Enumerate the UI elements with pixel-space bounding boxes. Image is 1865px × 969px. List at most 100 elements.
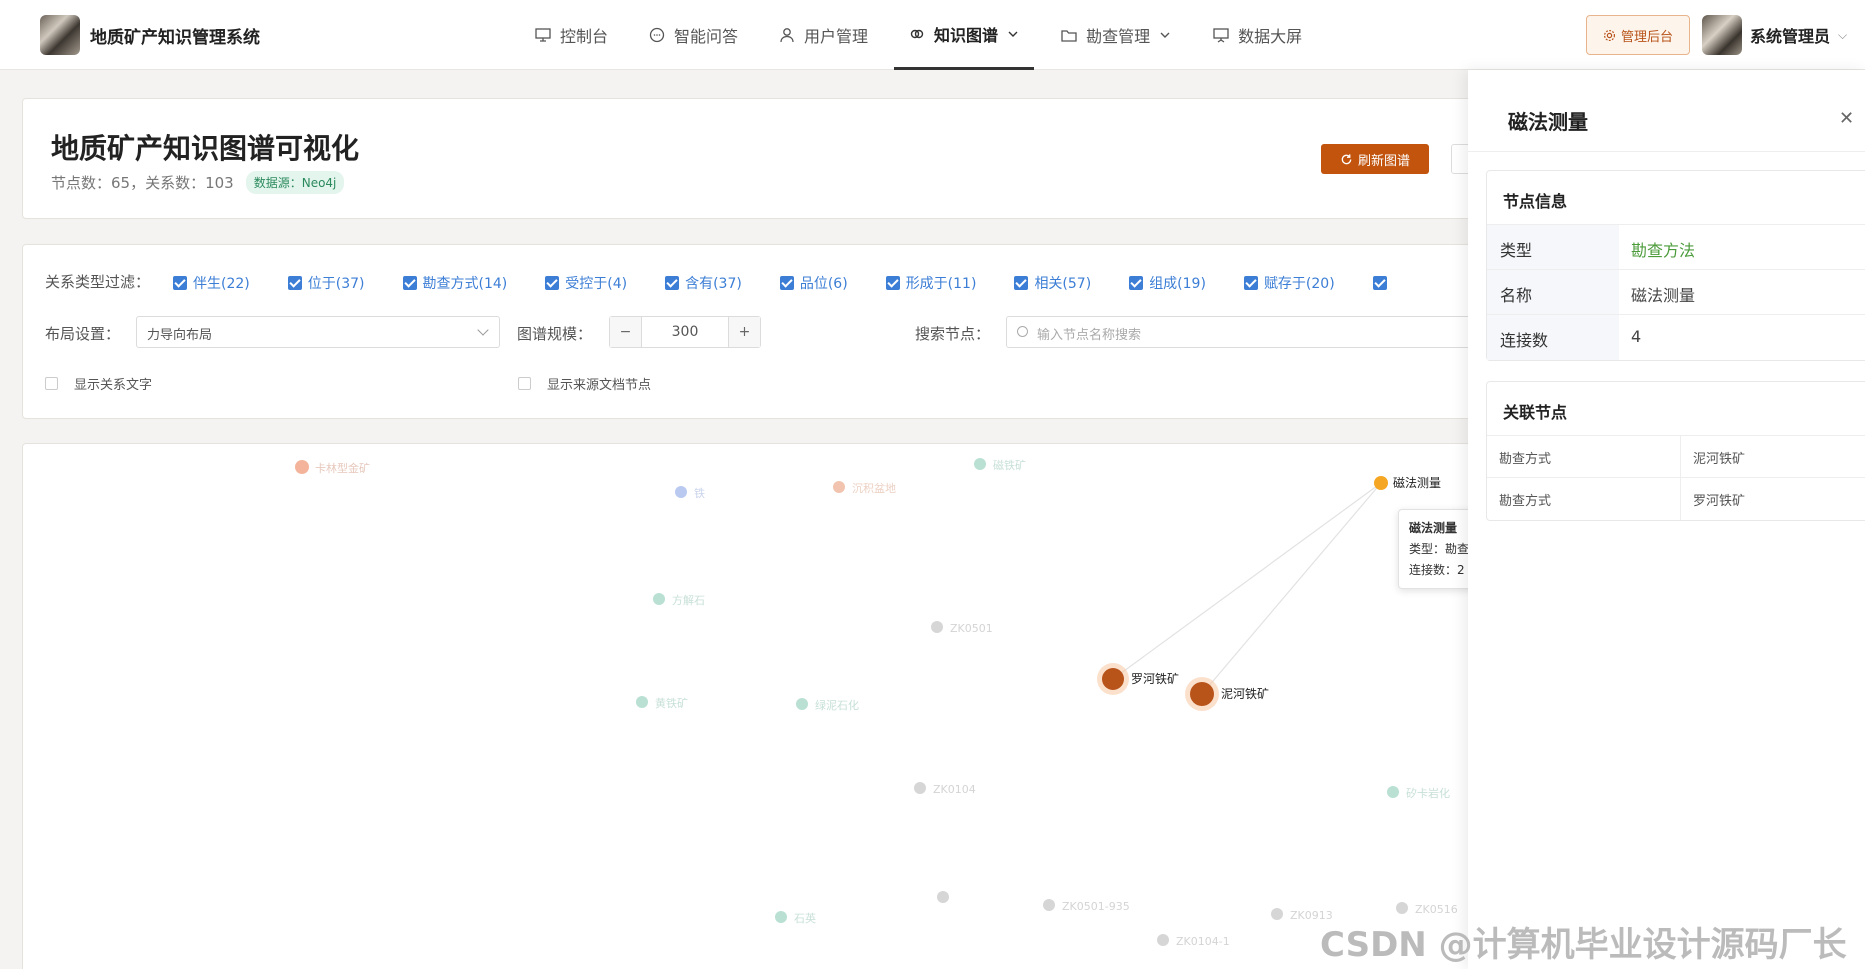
node-info-panel: 节点信息 类型 勘查方法 名称 磁法测量 连接数 4 [1486,170,1865,361]
layout-value: 力导向布局 [147,328,213,343]
node-circle [1271,908,1283,920]
monitor-icon [535,28,551,42]
graph-node[interactable]: 沉积盆地 [833,481,896,495]
graph-node[interactable]: ZK0104-1 [1157,934,1230,948]
layout-select[interactable]: 力导向布局 [136,316,500,348]
nav-item-qa[interactable]: 智能问答 [634,0,752,70]
search-icon [1017,326,1028,337]
graph-node[interactable]: 方解石 [653,593,705,607]
graph-node[interactable] [937,891,949,903]
graph-edge [1201,482,1382,695]
node-label: 绿泥石化 [815,698,859,712]
scale-stepper[interactable]: − 300 + [609,316,761,348]
chevron-down-icon: ⌵ [1838,27,1848,42]
relation-checkbox[interactable] [1372,273,1387,293]
link-icon [910,29,924,38]
relation-checkbox[interactable]: 品位(6) [779,273,848,293]
relation-checkbox[interactable]: 勘查方式(14) [402,273,507,293]
show-source-nodes-checkbox[interactable]: 显示来源文档节点 [518,374,651,393]
checkbox-label: 位于(37) [307,276,365,292]
relation-checkbox[interactable]: 组成(19) [1129,273,1206,293]
close-icon[interactable]: ✕ [1839,108,1854,129]
relation-checkbox[interactable]: 形成于(11) [885,273,977,293]
chevron-down-icon [477,324,489,336]
search-placeholder: 输入节点名称搜索 [1037,328,1142,343]
graph-node[interactable]: 泥河铁矿 [1185,677,1269,711]
checkbox-label: 品位(6) [799,276,848,292]
nav-item-users[interactable]: 用户管理 [764,0,882,70]
watermark: CSDN @计算机毕业设计源码厂长 [1320,925,1847,965]
folder-icon [1061,30,1077,42]
relation-checkbox[interactable]: 受控于(4) [545,273,627,293]
graph-node[interactable]: ZK0104 [914,782,976,796]
graph-node[interactable]: 铁 [675,486,705,500]
checkbox-checked-icon [173,276,187,290]
checkbox-label: 伴生(22) [193,276,250,292]
checkbox-checked-icon [1372,276,1387,290]
gear-icon [1603,29,1616,41]
increment-button[interactable]: + [728,317,760,347]
node-circle [1190,682,1214,706]
scale-value[interactable]: 300 [642,317,728,347]
graph-node[interactable]: 黄铁矿 [636,696,688,710]
relation-checkbox[interactable]: 相关(57) [1014,273,1091,293]
refresh-graph-button[interactable]: 刷新图谱 [1321,144,1429,174]
graph-node[interactable]: ZK0501 [931,621,993,635]
relation-filter-label: 关系类型过滤： [45,273,151,291]
nav-item-big-screen[interactable]: 数据大屏 [1198,0,1316,70]
checkbox-label: 显示关系文字 [74,378,153,393]
checkbox-label: 形成于(11) [905,276,977,292]
refresh-icon [1341,153,1352,164]
graph-stats: 节点数：65，关系数：103 数据源：Neo4j [51,171,345,194]
relation-filter-list: 伴生(22) 位于(37) 勘查方式(14) 受控于(4) 含有(37) 品位(… [173,273,1425,293]
layout-label: 布局设置： [45,325,121,343]
chevron-down-icon [1008,31,1018,37]
knowledge-graph[interactable]: 卡林型金矿 铁 沉积盆地 磁铁矿 磁法测量 方解石 ZK0501 罗河铁矿 泥河… [23,444,1492,969]
info-row: 连接数 4 [1487,315,1865,360]
relation-checkbox[interactable]: 位于(37) [287,273,365,293]
node-label: 卡林型金矿 [315,461,370,475]
node-label: 磁铁矿 [993,459,1026,472]
node-circle [796,698,808,710]
checkbox-checked-icon [545,276,560,290]
graph-node[interactable]: 罗河铁矿 [1097,663,1179,695]
graph-node[interactable]: ZK0501-935 [1043,899,1130,913]
avatar [1702,15,1742,55]
graph-node[interactable]: 矽卡岩化 [1387,786,1450,800]
nav-item-knowledge-graph[interactable]: 知识图谱 [894,0,1035,70]
info-value: 勘查方法 [1631,241,1696,260]
chat-icon [649,27,665,43]
relation-checkbox[interactable]: 含有(37) [665,273,742,293]
node-label: 石英 [794,911,816,925]
top-navbar: 地质矿产知识管理系统 控制台 智能问答 用户管理 知识图谱 勘查管理 数据大屏 [0,0,1865,70]
search-input[interactable]: 输入节点名称搜索 [1006,316,1470,348]
table-row[interactable]: 勘查方式 罗河铁矿 [1487,478,1865,520]
graph-node[interactable]: 卡林型金矿 [295,460,370,475]
node-label: 磁法测量 [1393,475,1441,490]
title-card: 地质矿产知识图谱可视化 节点数：65，关系数：103 数据源：Neo4j 刷新图… [22,98,1492,219]
graph-node[interactable]: ZK0516 [1396,902,1458,916]
show-relation-text-checkbox[interactable]: 显示关系文字 [45,374,152,393]
nav-item-dashboard[interactable]: 控制台 [520,0,622,70]
info-key: 名称 [1487,270,1619,314]
relation-checkbox[interactable]: 赋存于(20) [1243,273,1335,293]
admin-console-button[interactable]: 管理后台 [1586,15,1690,55]
brand[interactable]: 地质矿产知识管理系统 [40,15,260,55]
checkbox-label: 显示来源文档节点 [547,378,652,393]
decrement-button[interactable]: − [610,317,642,347]
graph-node[interactable]: 绿泥石化 [796,698,859,712]
checkbox-unchecked-icon [45,377,58,390]
graph-canvas[interactable]: 卡林型金矿 铁 沉积盆地 磁铁矿 磁法测量 方解石 ZK0501 罗河铁矿 泥河… [22,443,1492,969]
user-menu[interactable]: 系统管理员 ⌵ [1702,15,1847,55]
node-label: ZK0516 [1415,903,1458,916]
graph-node[interactable]: 磁铁矿 [974,458,1026,472]
info-value: 磁法测量 [1631,286,1696,305]
node-circle [974,458,986,470]
relation-checkbox[interactable]: 伴生(22) [173,273,250,293]
graph-node[interactable]: 石英 [775,911,816,925]
node-label: ZK0104-1 [1176,935,1230,948]
nav-item-exploration[interactable]: 勘查管理 [1046,0,1186,70]
table-row[interactable]: 勘查方式 泥河铁矿 [1487,436,1865,478]
node-circle [914,782,926,794]
graph-node[interactable]: 磁法测量 [1374,475,1441,490]
